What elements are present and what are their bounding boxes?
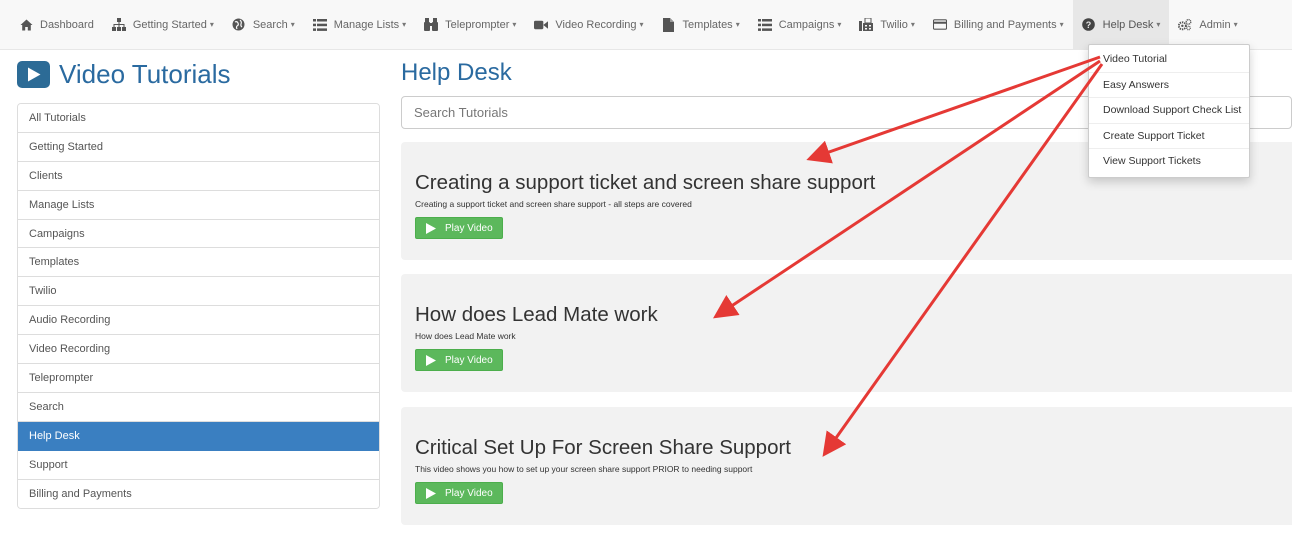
fax-icon — [859, 18, 874, 32]
sidebar-item-support[interactable]: Support — [18, 450, 379, 480]
nav-item-help-desk[interactable]: ? Help Desk ▾ — [1072, 0, 1170, 50]
sidebar-item-audio-recording[interactable]: Audio Recording — [18, 306, 379, 336]
dropdown-item-video-tutorial[interactable]: Video Tutorial — [1089, 47, 1249, 73]
page-title: Help Desk — [401, 59, 512, 86]
nav-label: Campaigns — [778, 18, 835, 31]
tutorial-description: How does Lead Mate work — [415, 331, 516, 341]
dropdown-item-create-support-ticket[interactable]: Create Support Ticket — [1089, 124, 1249, 149]
tutorial-category-list: All Tutorials Getting Started Clients Ma… — [17, 103, 380, 510]
play-video-button[interactable]: Play Video — [415, 482, 503, 504]
sidebar-item-getting-started[interactable]: Getting Started — [18, 132, 379, 162]
nav-label: Teleprompter — [445, 18, 510, 31]
caret-down-icon: ▾ — [1233, 20, 1238, 29]
video-play-icon — [17, 61, 50, 88]
sidebar-item-billing-and-payments[interactable]: Billing and Payments — [18, 479, 379, 509]
dropdown-item-download-support-check-list[interactable]: Download Support Check List — [1089, 98, 1249, 124]
play-video-label: Play Video — [445, 487, 493, 499]
nav-label: Manage Lists — [333, 18, 400, 31]
nav-label: Admin — [1199, 18, 1231, 31]
nav-label: Search — [252, 18, 288, 31]
sidebar-item-search[interactable]: Search — [18, 392, 379, 422]
list-icon — [312, 18, 327, 32]
nav-item-getting-started[interactable]: Getting Started ▾ — [103, 0, 223, 50]
nav-label: Getting Started — [132, 18, 207, 31]
caret-down-icon: ▾ — [209, 20, 214, 29]
home-icon — [19, 18, 33, 32]
nav-item-dashboard[interactable]: Dashboard — [10, 0, 103, 50]
play-video-label: Play Video — [445, 354, 493, 366]
nav-item-campaigns[interactable]: Campaigns ▾ — [749, 0, 851, 50]
tutorial-title: How does Lead Mate work — [415, 303, 658, 326]
caret-down-icon: ▾ — [512, 20, 517, 29]
sitemap-icon — [111, 18, 126, 32]
play-video-label: Play Video — [445, 222, 493, 234]
caret-down-icon: ▾ — [910, 20, 915, 29]
play-video-button[interactable]: Play Video — [415, 217, 503, 239]
question-circle-icon: ? — [1082, 18, 1096, 32]
globe-icon — [232, 18, 246, 32]
play-icon — [426, 222, 436, 234]
play-icon — [426, 487, 436, 499]
nav-label: Video Recording — [555, 18, 637, 31]
nav-label: Billing and Payments — [953, 18, 1057, 31]
play-video-button[interactable]: Play Video — [415, 349, 503, 371]
sidebar-item-campaigns[interactable]: Campaigns — [18, 219, 379, 249]
sidebar-item-help-desk[interactable]: Help Desk — [18, 421, 379, 451]
file-icon — [662, 17, 676, 32]
nav-item-twilio[interactable]: Twilio ▾ — [850, 0, 924, 50]
sidebar-item-clients[interactable]: Clients — [18, 161, 379, 191]
tutorial-card: How does Lead Mate work How does Lead Ma… — [401, 274, 1292, 392]
sidebar-item-teleprompter[interactable]: Teleprompter — [18, 364, 379, 393]
caret-down-icon: ▾ — [639, 20, 644, 29]
help-desk-dropdown-menu: Video Tutorial Easy Answers Download Sup… — [1088, 44, 1250, 178]
tutorial-card: Critical Set Up For Screen Share Support… — [401, 407, 1292, 525]
tutorial-description: Creating a support ticket and screen sha… — [415, 199, 692, 209]
nav-label: Help Desk — [1102, 18, 1154, 31]
credit-card-icon — [932, 18, 947, 32]
nav-item-manage-lists[interactable]: Manage Lists ▾ — [304, 0, 415, 50]
video-camera-icon — [534, 18, 549, 32]
sidebar-item-all-tutorials[interactable]: All Tutorials — [18, 104, 379, 133]
cogs-icon — [1178, 18, 1192, 32]
caret-down-icon: ▾ — [1059, 20, 1064, 29]
svg-text:?: ? — [1086, 20, 1092, 30]
sidebar-header: Video Tutorials — [17, 59, 231, 90]
sidebar-item-twilio[interactable]: Twilio — [18, 277, 379, 307]
nav-item-admin[interactable]: Admin ▾ — [1169, 0, 1246, 50]
tutorial-description: This video shows you how to set up your … — [415, 464, 753, 474]
nav-label: Templates — [682, 18, 733, 31]
nav-item-templates[interactable]: Templates ▾ — [653, 0, 749, 50]
top-navbar: Dashboard Getting Started ▾ Search ▾ Man… — [0, 0, 1292, 50]
nav-item-billing-and-payments[interactable]: Billing and Payments ▾ — [924, 0, 1073, 50]
nav-label: Twilio — [880, 18, 908, 31]
sidebar-item-templates[interactable]: Templates — [18, 248, 379, 278]
caret-down-icon: ▾ — [290, 20, 295, 29]
sidebar-title: Video Tutorials — [59, 59, 231, 89]
caret-down-icon: ▾ — [735, 20, 740, 29]
play-icon — [426, 354, 436, 366]
binoculars-icon — [424, 18, 439, 32]
nav-item-teleprompter[interactable]: Teleprompter ▾ — [415, 0, 525, 50]
dropdown-item-easy-answers[interactable]: Easy Answers — [1089, 73, 1249, 98]
caret-down-icon: ▾ — [402, 20, 407, 29]
sidebar-item-manage-lists[interactable]: Manage Lists — [18, 190, 379, 220]
list-icon — [757, 18, 772, 32]
dropdown-item-view-support-tickets[interactable]: View Support Tickets — [1089, 149, 1249, 175]
nav-item-search[interactable]: Search ▾ — [223, 0, 304, 50]
tutorial-title: Critical Set Up For Screen Share Support — [415, 436, 791, 459]
caret-down-icon: ▾ — [1156, 20, 1161, 29]
nav-label: Dashboard — [40, 18, 94, 31]
caret-down-icon: ▾ — [837, 20, 842, 29]
sidebar-item-video-recording[interactable]: Video Recording — [18, 335, 379, 365]
nav-item-video-recording[interactable]: Video Recording ▾ — [525, 0, 652, 50]
